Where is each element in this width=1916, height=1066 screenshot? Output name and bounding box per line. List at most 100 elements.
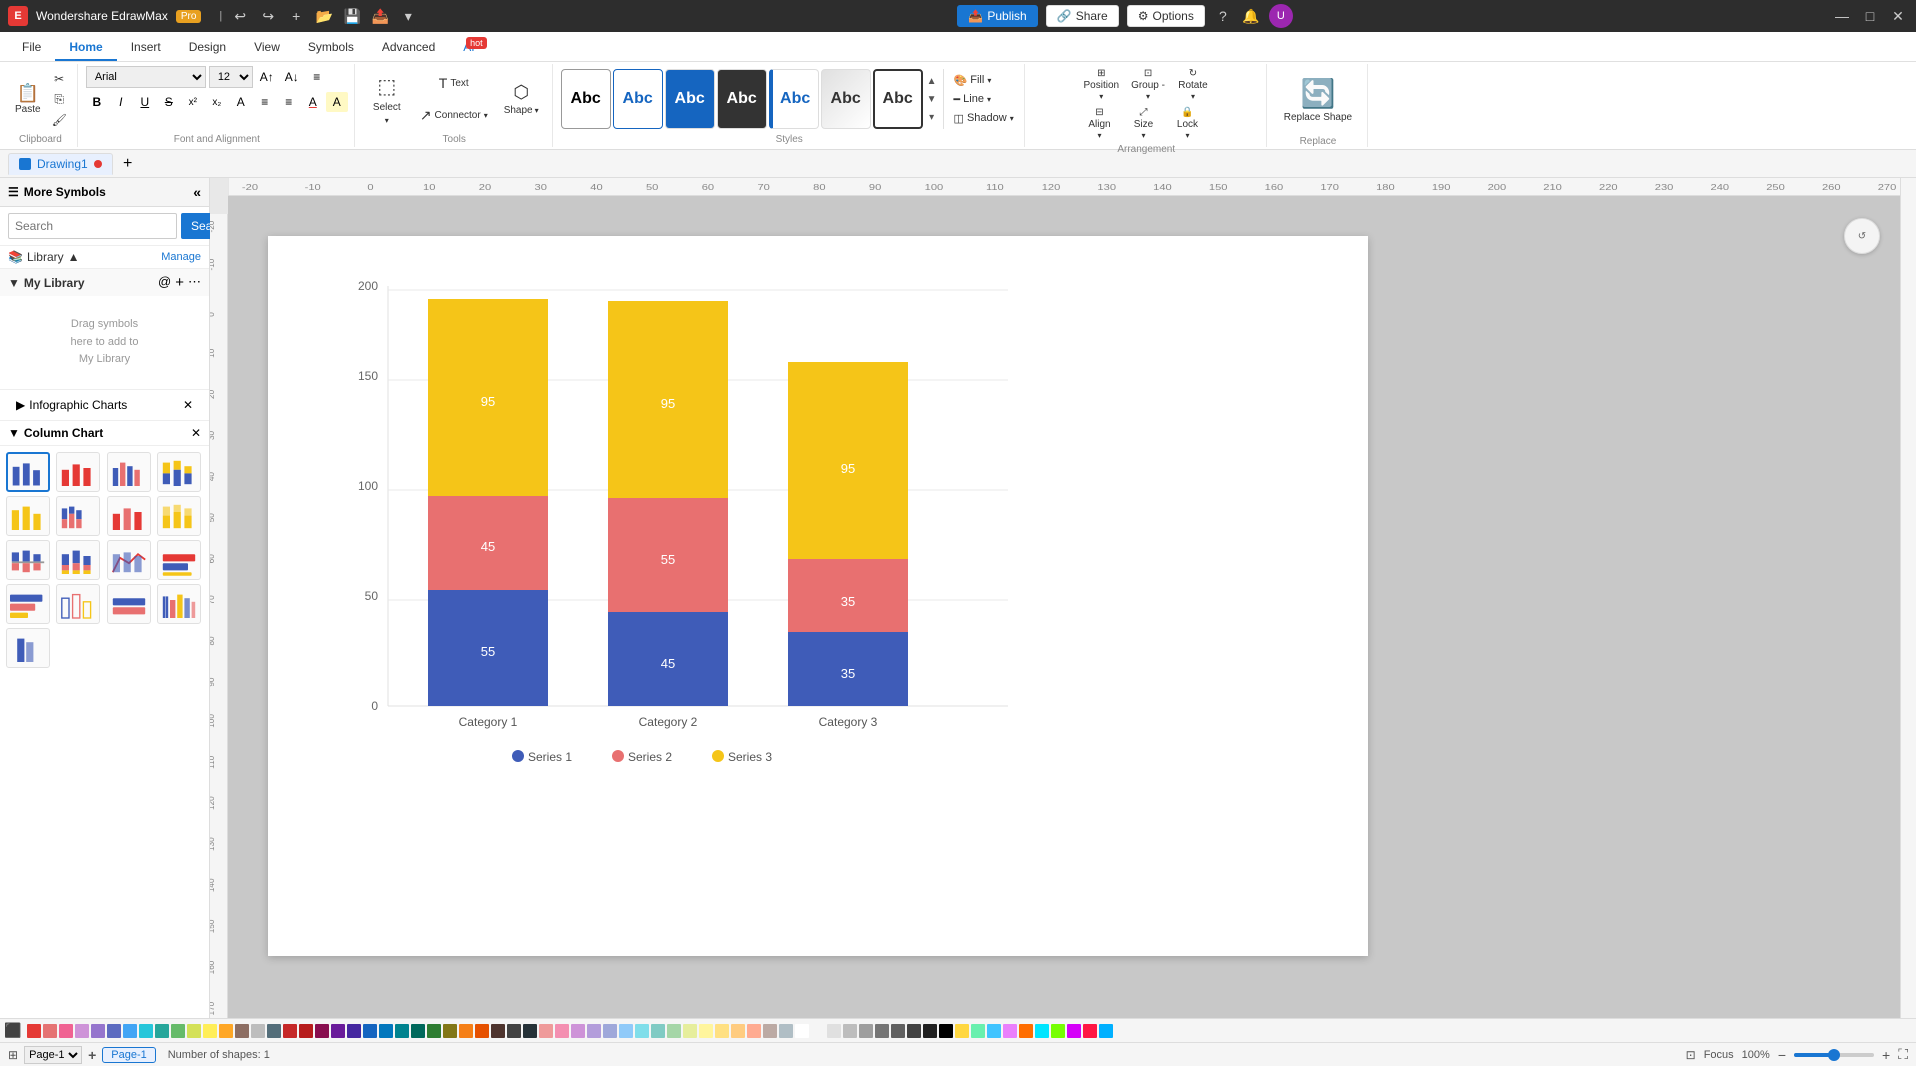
chart-thumb-1[interactable] [6,452,50,492]
color-swatch-44[interactable] [731,1024,745,1038]
color-swatch-34[interactable] [571,1024,585,1038]
color-swatch-16[interactable] [283,1024,297,1038]
styles-expand-btn[interactable]: ▾ [929,108,934,126]
color-swatch-17[interactable] [299,1024,313,1038]
strikethrough-btn[interactable]: S [158,92,180,112]
color-swatch-67[interactable] [1099,1024,1113,1038]
my-library-more-btn[interactable]: ⋯ [188,274,201,291]
list-btn[interactable]: ≡ [278,92,300,112]
focus-btn[interactable]: Focus [1704,1049,1734,1061]
color-swatch-39[interactable] [651,1024,665,1038]
infographic-row[interactable]: ▶ Infographic Charts ✕ [8,394,201,416]
color-swatch-10[interactable] [187,1024,201,1038]
chart-thumb-7[interactable] [107,496,151,536]
line-btn[interactable]: ━ Line ▾ [950,91,1018,108]
notifications-btn[interactable]: 🔔 [1241,6,1261,26]
infographic-close-icon[interactable]: ✕ [183,398,193,412]
shadow-btn[interactable]: ◫ Shadow ▾ [950,110,1018,127]
color-swatch-28[interactable] [475,1024,489,1038]
my-library-at-btn[interactable]: @ [158,274,171,291]
color-swatch-18[interactable] [315,1024,329,1038]
color-swatch-21[interactable] [363,1024,377,1038]
color-swatch-32[interactable] [539,1024,553,1038]
font-color-btn[interactable]: A [302,92,324,112]
save-btn[interactable]: 💾 [342,6,362,26]
color-swatch-47[interactable] [779,1024,793,1038]
bullet-btn[interactable]: ≡ [254,92,276,112]
align-btn[interactable]: ⊟ Align ▾ [1079,105,1119,142]
tab-file[interactable]: File [8,35,55,61]
connector-tool-btn[interactable]: ↗ Connector ▾ [413,100,495,130]
minimize-btn[interactable]: — [1832,6,1852,26]
color-swatch-48[interactable] [795,1024,809,1038]
bold-btn[interactable]: B [86,92,108,112]
abc-style-7[interactable]: Abc [873,69,923,129]
color-swatch-6[interactable] [123,1024,137,1038]
abc-style-5[interactable]: Abc [769,69,819,129]
zoom-out-btn[interactable]: − [1778,1047,1786,1063]
font-size-select[interactable]: 12 [209,66,253,88]
avatar[interactable]: U [1269,4,1293,28]
color-swatch-53[interactable] [875,1024,889,1038]
collapse-panel-btn[interactable]: « [193,184,201,200]
color-swatch-7[interactable] [139,1024,153,1038]
color-swatch-19[interactable] [331,1024,345,1038]
chart-thumb-11[interactable] [107,540,151,580]
rotate-btn[interactable]: ↻ Rotate ▾ [1173,66,1213,103]
color-swatch-58[interactable] [955,1024,969,1038]
superscript-btn[interactable]: x² [182,92,204,112]
fill-mode-icon[interactable]: ⬛ [4,1022,21,1039]
replace-shape-btn[interactable]: 🔄 Replace Shape [1275,66,1361,134]
color-swatch-29[interactable] [491,1024,505,1038]
chart-thumb-9[interactable] [6,540,50,580]
column-chart-close-icon[interactable]: ✕ [191,426,201,440]
chart-thumb-17[interactable] [6,628,50,668]
chart-thumb-5[interactable] [6,496,50,536]
color-swatch-20[interactable] [347,1024,361,1038]
color-swatch-56[interactable] [923,1024,937,1038]
color-swatch-36[interactable] [603,1024,617,1038]
color-swatch-1[interactable] [43,1024,57,1038]
color-swatch-14[interactable] [251,1024,265,1038]
abc-style-4[interactable]: Abc [717,69,767,129]
align-btn[interactable]: ≡ [306,66,328,88]
color-swatch-63[interactable] [1035,1024,1049,1038]
color-swatch-57[interactable] [939,1024,953,1038]
color-swatch-0[interactable] [27,1024,41,1038]
paste-btn[interactable]: 📋 Paste [10,69,46,129]
increase-font-btn[interactable]: A↑ [256,66,278,88]
manage-btn[interactable]: Manage [161,251,201,263]
view-mode-btn[interactable]: ⊞ [8,1048,18,1062]
more-text-btn[interactable]: A [230,92,252,112]
color-swatch-8[interactable] [155,1024,169,1038]
current-page-tab[interactable]: Page-1 [102,1047,155,1063]
cut-btn[interactable]: ✂ [48,70,71,88]
export-btn[interactable]: 📤 [370,6,390,26]
size-btn[interactable]: ⤢ Size ▾ [1123,105,1163,142]
color-swatch-59[interactable] [971,1024,985,1038]
color-swatch-51[interactable] [843,1024,857,1038]
color-swatch-50[interactable] [827,1024,841,1038]
abc-style-2[interactable]: Abc [613,69,663,129]
redo-btn[interactable]: ↪ [258,6,278,26]
lock-btn[interactable]: 🔒 Lock ▾ [1167,105,1207,142]
tab-home[interactable]: Home [55,35,116,61]
font-family-select[interactable]: Arial [86,66,206,88]
color-swatch-11[interactable] [203,1024,217,1038]
color-swatch-26[interactable] [443,1024,457,1038]
styles-scroll-up-btn[interactable]: ▲ [927,72,937,90]
italic-btn[interactable]: I [110,92,132,112]
canvas-wrapper[interactable]: 0 50 100 150 200 [228,196,1900,1018]
color-swatch-38[interactable] [635,1024,649,1038]
new-btn[interactable]: + [286,6,306,26]
open-btn[interactable]: 📂 [314,6,334,26]
color-swatch-4[interactable] [91,1024,105,1038]
abc-style-6[interactable]: Abc [821,69,871,129]
decrease-font-btn[interactable]: A↓ [281,66,303,88]
abc-style-3[interactable]: Abc [665,69,715,129]
color-swatch-41[interactable] [683,1024,697,1038]
help-btn[interactable]: ? [1213,6,1233,26]
my-library-add-btn[interactable]: + [175,274,184,291]
chart-thumb-6[interactable] [56,496,100,536]
color-swatch-27[interactable] [459,1024,473,1038]
